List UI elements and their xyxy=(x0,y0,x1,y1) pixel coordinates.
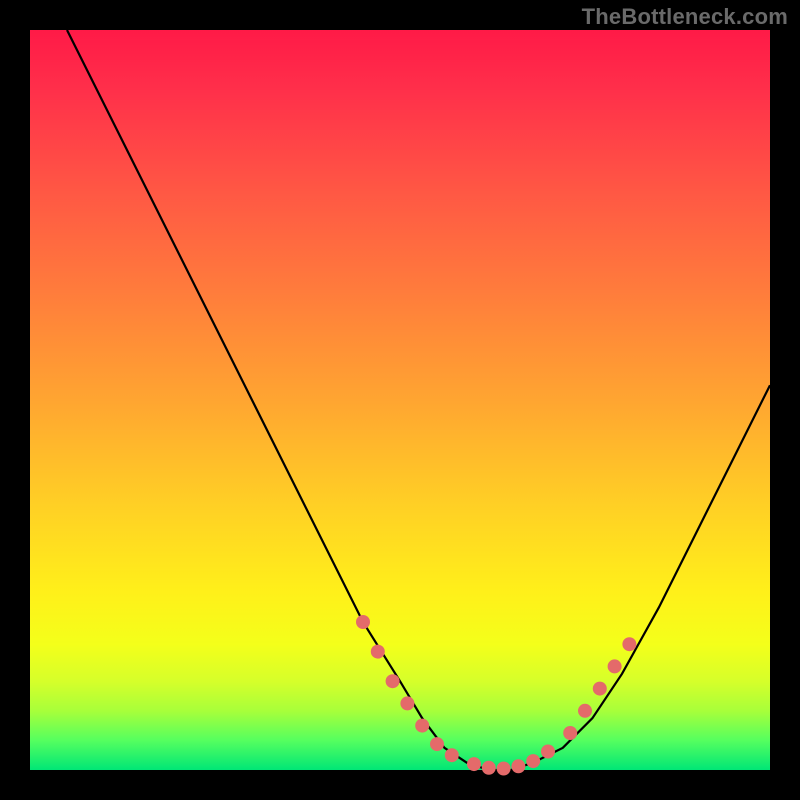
curve-marker xyxy=(386,674,400,688)
curve-marker xyxy=(371,645,385,659)
curve-marker xyxy=(593,682,607,696)
curve-marker xyxy=(482,761,496,775)
curve-marker xyxy=(415,719,429,733)
curve-marker xyxy=(497,762,511,776)
curve-marker xyxy=(563,726,577,740)
curve-marker xyxy=(356,615,370,629)
curve-marker xyxy=(526,754,540,768)
bottleneck-curve xyxy=(30,30,770,770)
curve-marker xyxy=(511,759,525,773)
curve-markers xyxy=(356,615,636,776)
curve-marker xyxy=(430,737,444,751)
curve-marker xyxy=(608,659,622,673)
curve-marker xyxy=(578,704,592,718)
chart-frame: TheBottleneck.com xyxy=(0,0,800,800)
curve-marker xyxy=(467,757,481,771)
curve-marker xyxy=(445,748,459,762)
plot-area xyxy=(30,30,770,770)
curve-marker xyxy=(541,745,555,759)
watermark-text: TheBottleneck.com xyxy=(582,4,788,30)
curve-marker xyxy=(622,637,636,651)
curve-marker xyxy=(400,696,414,710)
curve-path xyxy=(67,30,770,770)
